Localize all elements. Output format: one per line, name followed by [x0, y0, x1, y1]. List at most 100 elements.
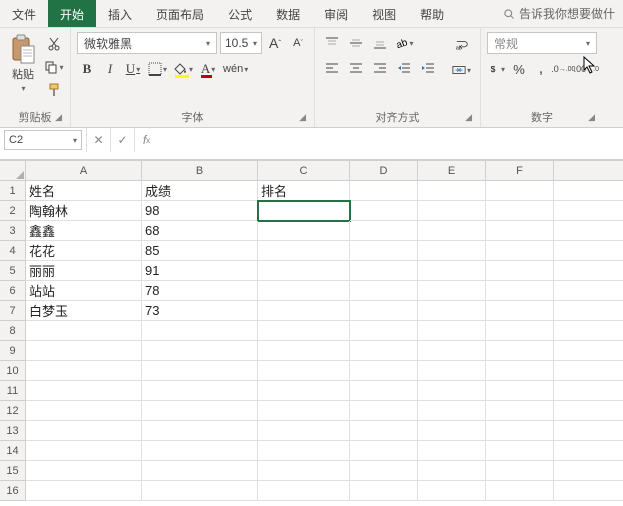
col-header-F[interactable]: F	[486, 161, 554, 181]
cell-F11[interactable]	[486, 381, 554, 401]
cell-X9[interactable]	[554, 341, 623, 361]
cell-B13[interactable]	[142, 421, 258, 441]
row-header-16[interactable]: 16	[0, 481, 26, 501]
row-header-6[interactable]: 6	[0, 281, 26, 301]
menu-数据[interactable]: 数据	[264, 0, 312, 27]
tell-me-search[interactable]: 告诉我你想要做什	[495, 0, 623, 27]
clipboard-dialog-launcher[interactable]: ◢	[55, 112, 62, 123]
row-header-9[interactable]: 9	[0, 341, 26, 361]
font-dialog-launcher[interactable]: ◢	[299, 112, 306, 123]
row-header-1[interactable]: 1	[0, 181, 26, 201]
cell-C6[interactable]	[258, 281, 350, 301]
cell-E2[interactable]	[418, 201, 486, 221]
cell-F9[interactable]	[486, 341, 554, 361]
cell-F2[interactable]	[486, 201, 554, 221]
enter-formula-button[interactable]: ✓	[110, 128, 134, 152]
italic-button[interactable]: I	[100, 58, 120, 80]
font-size-select[interactable]: 10.5▾	[220, 32, 262, 54]
cell-D13[interactable]	[350, 421, 418, 441]
alignment-dialog-launcher[interactable]: ◢	[465, 112, 472, 123]
cell-C4[interactable]	[258, 241, 350, 261]
menu-插入[interactable]: 插入	[96, 0, 144, 27]
decrease-font-button[interactable]: Aˇ	[288, 32, 308, 54]
cell-B12[interactable]	[142, 401, 258, 421]
menu-文件[interactable]: 文件	[0, 0, 48, 27]
cell-F4[interactable]	[486, 241, 554, 261]
percent-button[interactable]: %	[509, 58, 529, 80]
cell-B2[interactable]: 98	[142, 201, 258, 221]
row-header-11[interactable]: 11	[0, 381, 26, 401]
cell-E9[interactable]	[418, 341, 486, 361]
cell-C13[interactable]	[258, 421, 350, 441]
cell-X1[interactable]	[554, 181, 623, 201]
increase-decimal-button[interactable]: .0→.00	[553, 58, 574, 80]
cell-C12[interactable]	[258, 401, 350, 421]
comma-style-button[interactable]: ,	[531, 58, 551, 80]
cell-F15[interactable]	[486, 461, 554, 481]
cell-B1[interactable]: 成绩	[142, 181, 258, 201]
cell-A10[interactable]	[26, 361, 142, 381]
cell-F5[interactable]	[486, 261, 554, 281]
cell-X5[interactable]	[554, 261, 623, 281]
cell-A6[interactable]: 站站	[26, 281, 142, 301]
cell-A14[interactable]	[26, 441, 142, 461]
cell-C5[interactable]	[258, 261, 350, 281]
paste-button[interactable]: 粘贴 ▾	[6, 32, 40, 95]
cell-F12[interactable]	[486, 401, 554, 421]
cut-button[interactable]	[44, 34, 64, 54]
cell-D2[interactable]	[350, 201, 418, 221]
row-header-2[interactable]: 2	[0, 201, 26, 221]
cell-D8[interactable]	[350, 321, 418, 341]
cell-E16[interactable]	[418, 481, 486, 501]
cell-B9[interactable]	[142, 341, 258, 361]
menu-页面布局[interactable]: 页面布局	[144, 0, 216, 27]
cell-F10[interactable]	[486, 361, 554, 381]
cell-E1[interactable]	[418, 181, 486, 201]
cell-D11[interactable]	[350, 381, 418, 401]
row-header-7[interactable]: 7	[0, 301, 26, 321]
cell-F8[interactable]	[486, 321, 554, 341]
cell-B14[interactable]	[142, 441, 258, 461]
cell-C2[interactable]	[258, 201, 350, 221]
cell-A1[interactable]: 姓名	[26, 181, 142, 201]
cell-E14[interactable]	[418, 441, 486, 461]
number-format-select[interactable]: 常规▾	[487, 32, 597, 54]
align-right-button[interactable]	[369, 57, 391, 79]
row-header-8[interactable]: 8	[0, 321, 26, 341]
cell-F3[interactable]	[486, 221, 554, 241]
phonetic-button[interactable]: wén▾	[221, 58, 250, 80]
cell-A4[interactable]: 花花	[26, 241, 142, 261]
cell-E7[interactable]	[418, 301, 486, 321]
cell-B11[interactable]	[142, 381, 258, 401]
name-box[interactable]: C2▾	[4, 130, 82, 150]
cell-D1[interactable]	[350, 181, 418, 201]
cell-X6[interactable]	[554, 281, 623, 301]
cell-X4[interactable]	[554, 241, 623, 261]
cell-X15[interactable]	[554, 461, 623, 481]
align-left-button[interactable]	[321, 57, 343, 79]
row-header-5[interactable]: 5	[0, 261, 26, 281]
underline-button[interactable]: U▾	[123, 58, 143, 80]
cell-B4[interactable]: 85	[142, 241, 258, 261]
cell-B10[interactable]	[142, 361, 258, 381]
cell-C1[interactable]: 排名	[258, 181, 350, 201]
insert-function-button[interactable]: fx	[134, 128, 158, 152]
cell-C15[interactable]	[258, 461, 350, 481]
decrease-indent-button[interactable]	[393, 57, 415, 79]
cell-E15[interactable]	[418, 461, 486, 481]
cell-C10[interactable]	[258, 361, 350, 381]
row-header-12[interactable]: 12	[0, 401, 26, 421]
cell-D5[interactable]	[350, 261, 418, 281]
cell-F1[interactable]	[486, 181, 554, 201]
align-bottom-button[interactable]	[369, 32, 391, 54]
row-header-15[interactable]: 15	[0, 461, 26, 481]
cell-F14[interactable]	[486, 441, 554, 461]
cell-D4[interactable]	[350, 241, 418, 261]
cell-F16[interactable]	[486, 481, 554, 501]
cell-D15[interactable]	[350, 461, 418, 481]
cell-A15[interactable]	[26, 461, 142, 481]
cell-E11[interactable]	[418, 381, 486, 401]
cell-X13[interactable]	[554, 421, 623, 441]
cell-A16[interactable]	[26, 481, 142, 501]
copy-button[interactable]: ▾	[44, 57, 64, 77]
